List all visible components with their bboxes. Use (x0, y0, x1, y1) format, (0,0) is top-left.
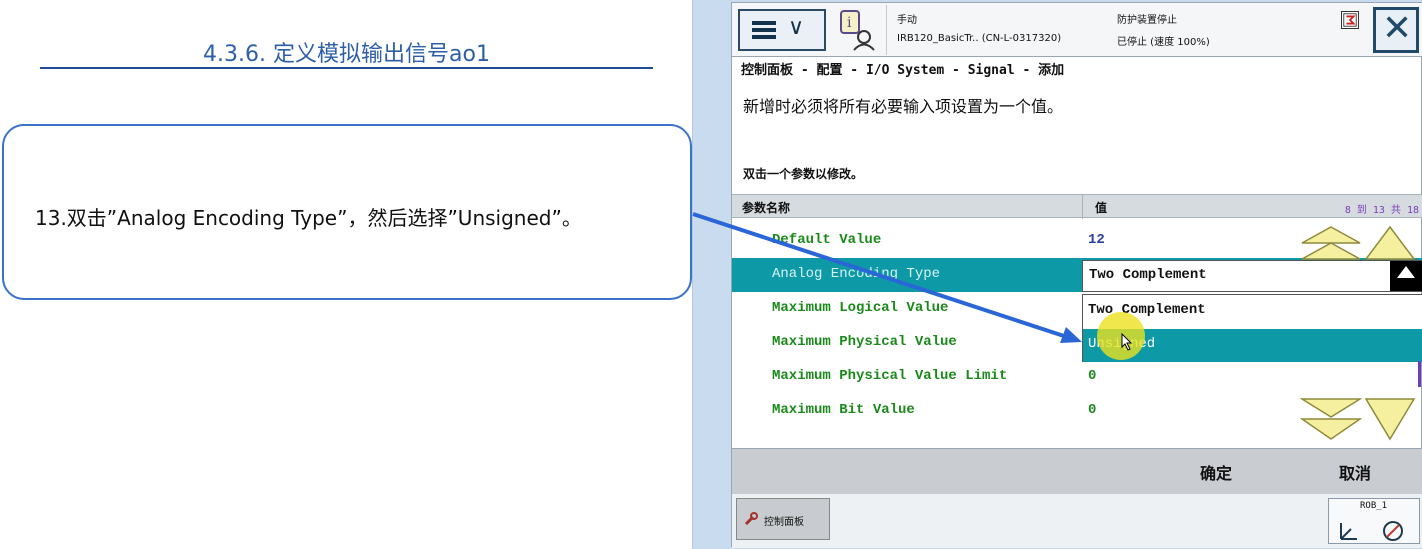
controller-name: IRB120_BasicTr.. (CN-L-0317320) (897, 33, 1062, 44)
triangle-up-icon (1397, 266, 1415, 278)
flexpendant-window: ∨ i 手动 IRB120_BasicTr.. (CN-L-0317320) 防… (731, 2, 1422, 548)
guard-status: 防护装置停止 (1117, 15, 1177, 26)
column-header-value: 值 (1095, 201, 1108, 215)
taskbar: 控制面板 ROB_1 (732, 494, 1422, 548)
title-underline (40, 67, 653, 69)
callout-text: 13.双击”Analog Encoding Type”，然后选择”Unsigne… (35, 206, 582, 230)
event-log-icon[interactable]: i (838, 9, 876, 51)
command-bar: 确定 取消 (732, 448, 1422, 494)
quickset-button[interactable]: ROB_1 (1328, 498, 1420, 544)
param-name: Default Value (772, 232, 882, 248)
column-divider (1082, 195, 1083, 219)
scroll-position-marker (1418, 361, 1421, 387)
param-value: 0 (1088, 368, 1097, 384)
close-icon: ✕ (1382, 8, 1413, 49)
slide-title: 4.3.6. 定义模拟输出信号ao1 (203, 42, 490, 67)
stop-status-icon (1341, 11, 1359, 29)
operation-mode: 手动 (897, 15, 917, 26)
taskbar-control-panel[interactable]: 控制面板 (736, 498, 830, 540)
dropdown-toggle[interactable] (1390, 261, 1422, 291)
cancel-label: 取消 (1339, 464, 1372, 483)
ok-label: 确定 (1200, 464, 1233, 483)
param-name: Maximum Physical Value (772, 334, 957, 350)
ok-button[interactable]: 确定 (1152, 449, 1282, 494)
mouse-pointer-icon (1121, 333, 1133, 351)
page-instruction: 新增时必须将所有必要输入项设置为一个值。 (743, 97, 1064, 116)
select-value: Two Complement (1089, 267, 1207, 283)
jog-axes-icon (1340, 521, 1403, 541)
chevron-down-icon: ∨ (788, 15, 805, 40)
param-value: 0 (1088, 402, 1097, 418)
scroll-page-up-icon[interactable] (1300, 225, 1362, 263)
task-label: 控制面板 (764, 517, 804, 528)
param-name: Analog Encoding Type (772, 266, 941, 282)
param-name: Maximum Logical Value (772, 300, 949, 316)
robot-status[interactable]: 手动 IRB120_BasicTr.. (CN-L-0317320) 防护装置停… (886, 5, 1366, 55)
instruction-callout: 13.双击”Analog Encoding Type”，然后选择”Unsigne… (2, 124, 692, 300)
close-button[interactable]: ✕ (1373, 7, 1419, 53)
status-bar: ∨ i 手动 IRB120_BasicTr.. (CN-L-0317320) 防… (732, 3, 1422, 57)
encoding-type-select[interactable]: Two Complement (1082, 260, 1422, 292)
robot-name: ROB_1 (1360, 501, 1388, 511)
main-menu-button[interactable]: ∨ (738, 9, 826, 51)
tutorial-slide: 4.3.6. 定义模拟输出信号ao1 13.双击”Analog Encoding… (0, 0, 693, 549)
hamburger-icon (752, 21, 776, 39)
param-name: Maximum Physical Value Limit (772, 368, 1008, 384)
edit-hint: 双击一个参数以修改。 (743, 167, 864, 181)
param-value: 12 (1088, 232, 1105, 248)
cancel-button[interactable]: 取消 (1292, 449, 1422, 494)
page-indicator: 8 到 13 共 18 (1344, 205, 1419, 216)
scroll-page-down-icon[interactable] (1300, 397, 1362, 443)
motion-state: 已停止 (速度 100%) (1117, 37, 1210, 48)
table-header: 参数名称 值 8 到 13 共 18 (732, 194, 1422, 219)
scroll-down-icon[interactable] (1362, 397, 1418, 443)
table-row[interactable]: Maximum Physical Value Limit 0 (732, 360, 1422, 394)
svg-text:i: i (847, 15, 852, 31)
scroll-up-icon[interactable] (1362, 225, 1418, 263)
wrench-icon (744, 512, 758, 526)
breadcrumb: 控制面板 - 配置 - I/O System - Signal - 添加 (741, 63, 1065, 78)
option-label: Two Complement (1088, 302, 1206, 318)
param-name: Maximum Bit Value (772, 402, 915, 418)
screen: 4.3.6. 定义模拟输出信号ao1 13.双击”Analog Encoding… (0, 0, 1422, 549)
column-header-name: 参数名称 (742, 201, 791, 215)
